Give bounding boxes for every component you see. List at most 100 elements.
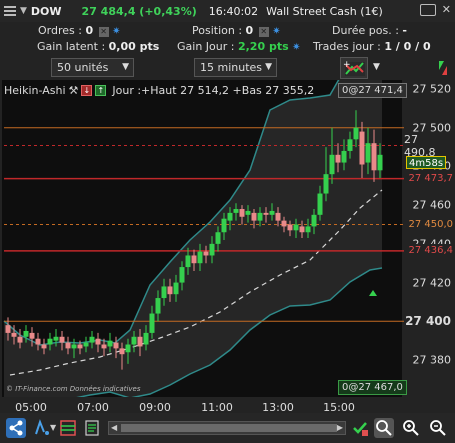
wrench-icon[interactable]: ⚒ [69,84,79,97]
candle-body-54 [329,154,335,175]
candle-body-2 [17,336,23,343]
sell-icon[interactable]: ↓ [81,85,93,96]
candle-body-7 [47,338,53,345]
keyboard-icon[interactable] [419,3,436,16]
units-select[interactable]: 50 unités ▼ [51,58,134,77]
candle-body-27 [167,286,173,295]
bottom-price-tag[interactable]: 0@27 467,0 [338,380,407,395]
chevron-down-icon[interactable]: ▼ [20,6,27,16]
candle-body-51 [311,214,317,227]
scroll-thumb[interactable] [121,424,337,432]
day-gain-value: 2,20 pts [237,40,289,53]
menu-icon[interactable] [4,5,16,17]
candle-body-35 [215,232,221,244]
scroll-right-icon[interactable]: ▶ [337,423,343,432]
candle-body-48 [293,224,299,231]
candle-body-61 [371,143,377,171]
y-tick-label: 27 380 [412,353,452,367]
candle-body-11 [71,344,77,349]
candle-body-3 [23,330,29,337]
close-position-icon[interactable]: ✕ [258,27,269,37]
market-name: Wall Street Cash (1€) [266,4,383,18]
candle-body-24 [149,313,155,333]
candle-body-0 [5,325,11,333]
layout-icon[interactable] [58,418,78,438]
drawing-tool-icon[interactable] [32,418,52,438]
trading-window: ▼ DOW 27 484,4 (+0,43%) 16:40:02 Wall St… [0,0,455,443]
instrument-symbol[interactable]: DOW [31,5,62,18]
candle-body-46 [281,220,287,227]
chart-type-label[interactable]: Heikin-Ashi [4,84,66,97]
candle-body-53 [323,174,329,194]
account-info: Ordres : 0 ✕ ✷ Position : 0 ✕ ✷ Durée po… [0,22,455,54]
candle-body-18 [113,342,119,349]
candle-body-6 [41,344,47,349]
y-tick-label: 27 520 [412,82,452,96]
svg-text:+: + [343,60,351,70]
zoom-out-icon[interactable] [428,418,448,438]
buy-signal-marker [369,290,377,296]
candle-body-1 [11,332,17,337]
orders-field: Ordres : 0 ✕ ✷ [38,24,121,37]
chevron-down-icon[interactable]: ▼ [373,62,380,72]
candle-body-22 [137,336,143,347]
gear-icon[interactable]: ✷ [112,26,120,37]
trade-arrows-icon[interactable] [434,58,452,78]
chevron-down-icon: ▼ [265,62,272,72]
interval-select[interactable]: 15 minutes ▼ [194,58,277,77]
candle-body-14 [89,336,95,343]
template-icon[interactable] [82,418,102,438]
current-price-tag: 27 473,7 [406,172,455,186]
candle-body-10 [65,342,71,349]
candle-body-36 [221,218,227,233]
duration-field: Durée pos. : - [332,24,407,37]
candle-body-33 [203,251,209,256]
units-select-value: 50 unités [57,61,109,74]
close-icon[interactable]: ✕ [442,3,451,16]
chevron-down-icon[interactable]: ▼ [50,423,56,432]
candle-body-13 [83,342,89,347]
candle-body-16 [101,344,107,349]
candle-body-26 [161,286,167,299]
top-price-tag[interactable]: 0@27 471,4 [338,83,407,98]
chart-scrollbar[interactable]: ◀ ▶ [108,421,346,435]
gear-icon[interactable]: ✷ [272,26,280,37]
candle-body-9 [59,336,65,343]
y-tick-label: 27 460 [412,198,452,212]
price-chart[interactable]: Heikin-Ashi ⚒ ↓ ↑ Jour :+Haut 27 514,2 +… [0,80,455,414]
indicators-icon[interactable]: + [340,57,368,79]
candle-body-15 [95,338,101,345]
cancel-orders-icon[interactable]: ✕ [98,27,109,37]
candle-body-21 [131,336,137,345]
candle-body-37 [227,212,233,221]
candle-body-19 [119,348,125,355]
zoom-fit-icon[interactable] [374,418,394,438]
gear-icon[interactable]: ✷ [292,42,300,53]
candle-body-38 [233,209,239,213]
candle-body-58 [353,127,359,140]
trades-value: 1 / 0 / 0 [384,40,431,53]
orders-value: 0 [85,24,94,37]
interval-select-value: 15 minutes [200,61,263,74]
candle-body-44 [269,210,275,215]
candle-body-29 [179,267,185,283]
share-icon[interactable] [6,418,26,438]
day-gain-label: Gain Jour : [177,40,235,53]
clock: 16:40:02 [208,4,259,18]
scroll-left-icon[interactable]: ◀ [111,423,117,432]
autoscale-icon[interactable] [350,418,370,438]
orders-label: Ordres : [38,24,82,37]
candle-body-30 [185,255,191,268]
position-value: 0 [245,24,254,37]
zoom-in-icon[interactable] [401,418,421,438]
level-tag-27436: 27 436,4 [406,244,455,258]
day-gain-field: Gain Jour : 2,20 pts ✷ [177,40,301,53]
buy-icon[interactable]: ↑ [95,85,107,96]
candle-body-34 [209,243,215,256]
candle-body-23 [143,332,149,345]
candle-body-50 [305,226,311,233]
position-field: Position : 0 ✕ ✷ [192,24,281,37]
title-bar: ▼ DOW 27 484,4 (+0,43%) 16:40:02 Wall St… [0,0,455,22]
y-tick-label: 27 420 [412,276,452,290]
candle-body-4 [29,332,35,339]
